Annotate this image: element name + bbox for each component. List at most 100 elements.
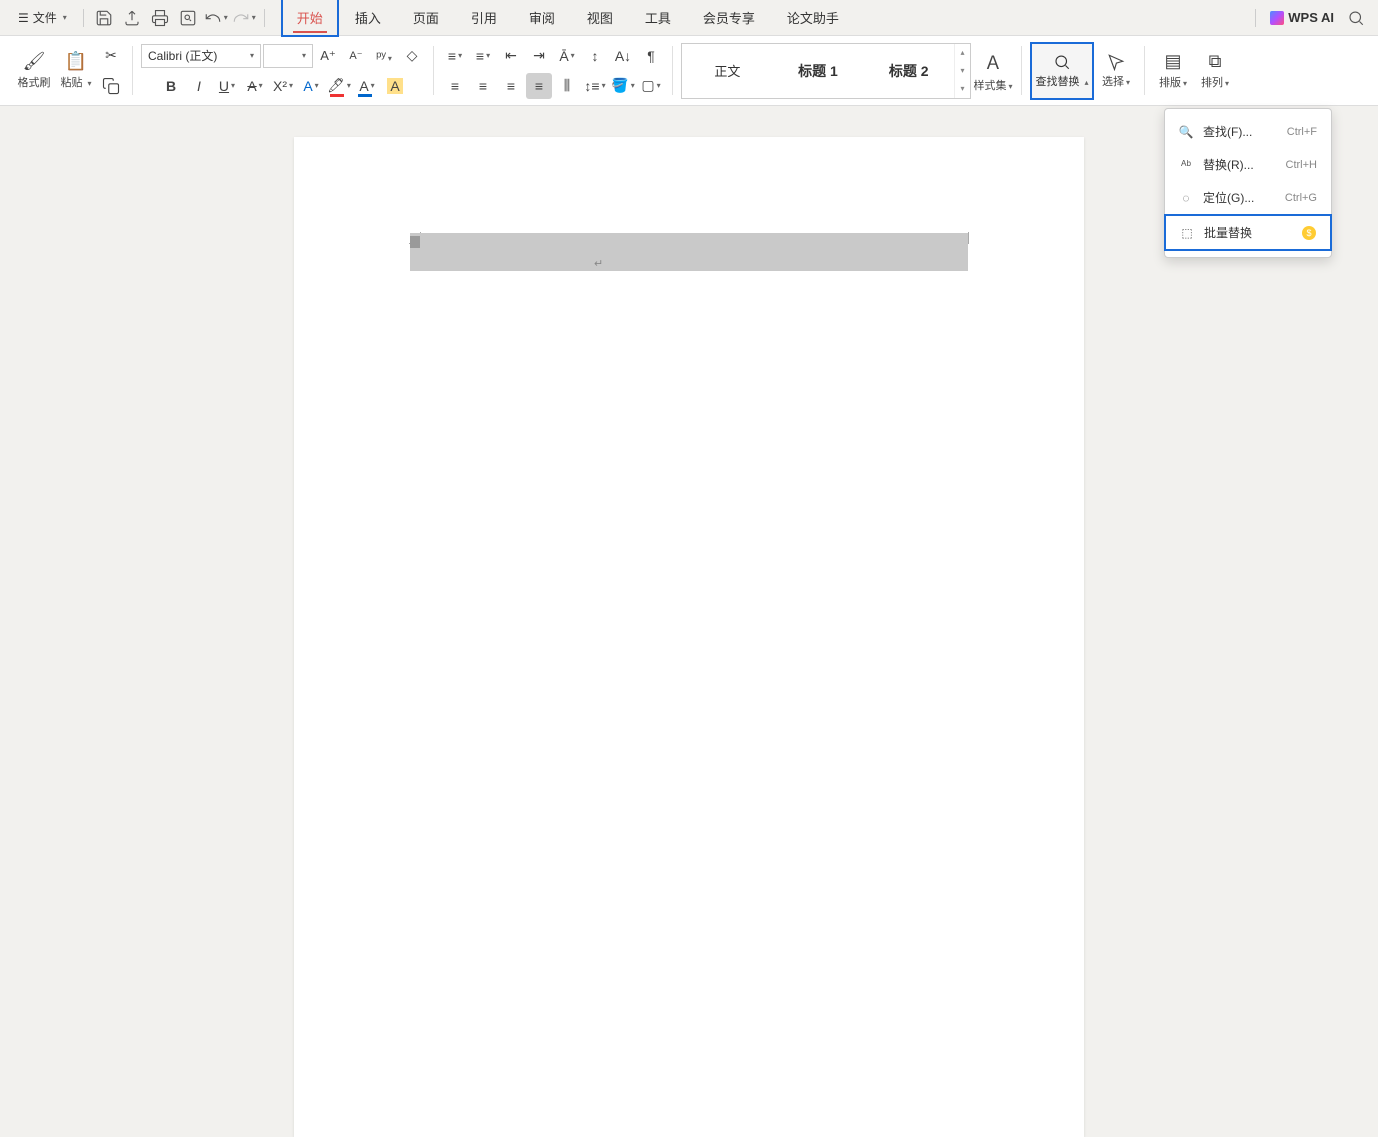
menu-label: 替换(R)... <box>1203 156 1276 173</box>
page[interactable]: ↵ <box>294 137 1084 1137</box>
text-effect-icon: A <box>303 78 312 94</box>
text-effects-button[interactable]: A▾ <box>298 73 324 99</box>
align-right-icon: ≡ <box>507 78 515 94</box>
style-body[interactable]: 正文 <box>682 61 773 80</box>
bullets-icon: ≡ <box>448 48 456 64</box>
print-button[interactable] <box>148 6 172 30</box>
tab-thesis[interactable]: 论文助手 <box>771 0 855 37</box>
italic-button[interactable]: I <box>186 73 212 99</box>
shrink-font-icon: A⁻ <box>349 49 362 62</box>
format-painter-button[interactable]: 🖌 格式刷 <box>14 42 54 100</box>
font-size-select[interactable]: ▾ <box>263 44 313 68</box>
tab-view[interactable]: 视图 <box>571 0 629 37</box>
char-scale-button[interactable]: Ā▾ <box>554 43 580 69</box>
select-button[interactable]: 选择▾ <box>1096 42 1136 100</box>
show-marks-button[interactable]: ¶ <box>638 43 664 69</box>
redo-button[interactable]: ▾ <box>232 6 256 30</box>
font-color-button[interactable]: A▾ <box>354 73 380 99</box>
layout-icon: ▤ <box>1164 51 1181 72</box>
print-preview-button[interactable] <box>176 6 200 30</box>
format-painter-label: 格式刷 <box>18 74 51 90</box>
hamburger-icon: ☰ <box>18 11 29 25</box>
align-left-button[interactable]: ≡ <box>442 73 468 99</box>
paste-button[interactable]: 📋 粘贴 ▾ <box>56 42 96 100</box>
phonetic-button[interactable]: ᵖʸ▾ <box>371 43 397 69</box>
pilcrow-icon: ¶ <box>647 48 655 64</box>
strikethrough-button[interactable]: A▾ <box>242 73 268 99</box>
line-spacing-button[interactable]: ↕≡▾ <box>582 73 608 99</box>
chevron-down-icon: ▾ <box>302 51 306 60</box>
layout-button[interactable]: ▤ 排版▾ <box>1153 42 1193 100</box>
italic-icon: I <box>197 78 201 94</box>
outdent-button[interactable]: ⇤ <box>498 43 524 69</box>
tab-review[interactable]: 审阅 <box>513 0 571 37</box>
styles-gallery[interactable]: 正文 标题 1 标题 2 ▴ ▾ ▾ <box>681 43 971 99</box>
sort-icon: ↕ <box>592 48 599 64</box>
align-right-button[interactable]: ≡ <box>498 73 524 99</box>
bold-button[interactable]: B <box>158 73 184 99</box>
font-name-select[interactable]: Calibri (正文) ▾ <box>141 44 261 68</box>
style-heading2[interactable]: 标题 2 <box>863 61 954 81</box>
menu-goto[interactable]: ◌ 定位(G)... Ctrl+G <box>1165 181 1331 214</box>
undo-button[interactable]: ▾ <box>204 6 228 30</box>
arrange-button[interactable]: ⧉ 排列▾ <box>1195 42 1235 100</box>
tab-references[interactable]: 引用 <box>455 0 513 37</box>
style-scrollers: ▴ ▾ ▾ <box>954 44 970 98</box>
sort-button[interactable]: ↕ <box>582 43 608 69</box>
preview-icon <box>179 9 197 27</box>
superscript-button[interactable]: X²▾ <box>270 73 296 99</box>
borders-button[interactable]: ▢▾ <box>638 73 664 99</box>
eraser-icon: ◇ <box>407 47 418 64</box>
tab-home[interactable]: 开始 <box>281 0 339 37</box>
global-search-button[interactable] <box>1344 6 1368 30</box>
file-menu-label: 文件 <box>33 9 57 26</box>
style-expand[interactable]: ▾ <box>955 80 970 98</box>
text-direction-button[interactable]: A↓ <box>610 43 636 69</box>
shading-button[interactable]: A <box>382 73 408 99</box>
menu-find[interactable]: 🔍 查找(F)... Ctrl+F <box>1165 115 1331 148</box>
grow-font-button[interactable]: A⁺ <box>315 43 341 69</box>
layout-label: 排版▾ <box>1159 74 1187 90</box>
indent-button[interactable]: ⇥ <box>526 43 552 69</box>
clear-format-button[interactable]: ◇ <box>399 43 425 69</box>
border-icon: ▢ <box>641 77 654 94</box>
menu-batch-replace[interactable]: ⬚ 批量替换 $ <box>1164 214 1332 251</box>
distribute-button[interactable]: ⫼ <box>554 73 580 99</box>
bullets-button[interactable]: ≡▾ <box>442 43 468 69</box>
cut-button[interactable]: ✂ <box>98 43 124 69</box>
style-set-button[interactable]: Ａ 样式集▾ <box>973 42 1013 100</box>
wps-ai-label: WPS AI <box>1288 10 1334 25</box>
style-heading1[interactable]: 标题 1 <box>773 61 864 81</box>
wps-ai-button[interactable]: WPS AI <box>1270 10 1334 25</box>
underline-button[interactable]: U▾ <box>214 73 240 99</box>
tab-tools[interactable]: 工具 <box>629 0 687 37</box>
undo-icon <box>204 9 222 27</box>
menu-replace[interactable]: ᴬᵇ 替换(R)... Ctrl+H <box>1165 148 1331 181</box>
wps-ai-icon <box>1270 11 1284 25</box>
shrink-font-button[interactable]: A⁻ <box>343 43 369 69</box>
group-separator <box>433 46 434 95</box>
copy-button[interactable] <box>98 73 124 99</box>
style-label: 标题 2 <box>889 63 929 79</box>
style-scroll-down[interactable]: ▾ <box>955 62 970 80</box>
export-button[interactable] <box>120 6 144 30</box>
tab-member[interactable]: 会员专享 <box>687 0 771 37</box>
replace-icon: ᴬᵇ <box>1179 158 1193 172</box>
find-replace-button[interactable]: 查找替换 ▴ <box>1030 42 1094 100</box>
align-justify-button[interactable]: ≡ <box>526 73 552 99</box>
highlight-button[interactable]: 🖊▾ <box>326 73 352 99</box>
tab-insert[interactable]: 插入 <box>339 0 397 37</box>
search-icon: 🔍 <box>1179 125 1193 139</box>
fill-color-button[interactable]: 🪣▾ <box>610 73 636 99</box>
style-scroll-up[interactable]: ▴ <box>955 44 970 62</box>
numbering-button[interactable]: ≡▾ <box>470 43 496 69</box>
file-menu[interactable]: ☰ 文件 ▾ <box>10 5 75 30</box>
align-center-button[interactable]: ≡ <box>470 73 496 99</box>
strike-icon: A <box>247 78 256 94</box>
search-icon <box>1347 9 1365 27</box>
save-button[interactable] <box>92 6 116 30</box>
tab-label: 会员专享 <box>703 11 755 26</box>
tab-label: 开始 <box>297 11 323 26</box>
select-label: 选择▾ <box>1102 73 1130 89</box>
tab-page[interactable]: 页面 <box>397 0 455 37</box>
